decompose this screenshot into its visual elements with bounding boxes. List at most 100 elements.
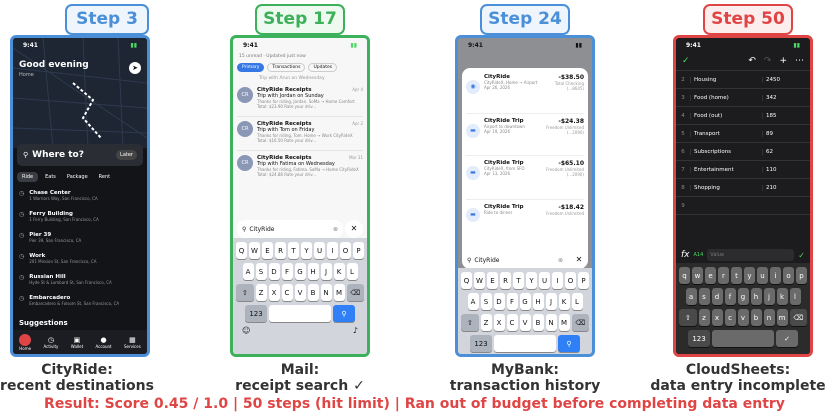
key-j[interactable]: j (763, 288, 775, 305)
key-b[interactable]: b (750, 309, 762, 326)
list-item[interactable]: ◷ Work 201 Mission St, San Francisco, CA (19, 253, 147, 274)
backspace-key[interactable]: ⌫ (789, 309, 807, 326)
nav-services[interactable]: ▦ Services (124, 336, 141, 349)
key-o[interactable]: O (340, 242, 351, 259)
key-u[interactable]: U (314, 242, 325, 259)
key-n[interactable]: n (763, 309, 775, 326)
tab-package[interactable]: Package (63, 172, 92, 182)
key-a[interactable]: A (467, 293, 479, 310)
list-item[interactable]: ◷ Ferry Building 1 Ferry Building, San F… (19, 211, 147, 232)
where-to-bar[interactable]: ⚲ Where to? Later (17, 144, 143, 166)
shift-key[interactable]: ⇧ (461, 314, 479, 331)
search-field[interactable]: ⚲ CityRide ⊗ (237, 220, 343, 238)
transaction-row[interactable]: ▬ CityRide Trip Ride to dinner -$18.42 Fre… (466, 200, 584, 230)
key-h[interactable]: H (307, 263, 319, 280)
key-y[interactable]: Y (526, 272, 537, 289)
list-item[interactable]: ◷ Pier 39 Pier 39, San Francisco, CA (19, 232, 147, 253)
add-icon[interactable]: + (779, 56, 787, 66)
space-key[interactable] (712, 330, 774, 347)
key-c[interactable]: C (506, 314, 518, 331)
key-v[interactable]: V (519, 314, 531, 331)
list-item[interactable]: ◷ Chase Center 1 Warriors Way, San Franc… (19, 190, 147, 211)
space-key[interactable] (269, 305, 331, 322)
transaction-row[interactable]: ◉ CityRide CityRideX, Home → Airport Apr 2… (466, 74, 584, 114)
key-r[interactable]: r (718, 267, 729, 284)
key-w[interactable]: W (474, 272, 485, 289)
tab-eats[interactable]: Eats (41, 172, 60, 182)
key-c[interactable]: C (281, 284, 293, 301)
key-y[interactable]: y (744, 267, 755, 284)
redo-icon[interactable]: ↷ (764, 56, 772, 66)
list-item[interactable]: ◷ Russian Hill Hyde St & Lombard St, San… (19, 274, 147, 295)
key-s[interactable]: s (698, 288, 710, 305)
numbers-key[interactable]: 123 (245, 305, 267, 322)
key-m[interactable]: M (333, 284, 345, 301)
tab-ride[interactable]: Ride (17, 172, 39, 182)
nav-home[interactable]: Home (19, 333, 32, 351)
key-t[interactable]: T (288, 242, 299, 259)
nav-wallet[interactable]: ▣ Wallet (71, 336, 83, 349)
key-x[interactable]: X (268, 284, 280, 301)
numbers-key[interactable]: 123 (470, 335, 492, 352)
tab-transactions[interactable]: Transactions (267, 63, 306, 72)
checkmark-icon[interactable]: ✓ (682, 56, 690, 66)
confirm-icon[interactable]: ✓ (798, 251, 805, 260)
search-key[interactable]: ⚲ (558, 335, 580, 352)
nav-activity[interactable]: ◷ Activity (43, 336, 58, 349)
key-l[interactable]: L (571, 293, 583, 310)
key-m[interactable]: M (558, 314, 570, 331)
search-field[interactable]: ⚲ CityRide ⊗ (462, 251, 568, 269)
shift-key[interactable]: ⇧ (679, 309, 697, 326)
key-q[interactable]: Q (236, 242, 247, 259)
list-item[interactable]: ◷ Embarcadero Embarcadero & Folsom St, S… (19, 295, 147, 316)
list-item[interactable]: CR CityRide Receipts Apr 4 Trip with Jord… (237, 83, 363, 117)
key-h[interactable]: h (750, 288, 762, 305)
emoji-icon[interactable]: ☺ (242, 326, 250, 335)
key-a[interactable]: a (685, 288, 697, 305)
key-v[interactable]: v (737, 309, 749, 326)
key-f[interactable]: f (724, 288, 736, 305)
key-r[interactable]: R (500, 272, 511, 289)
more-icon[interactable]: ⋯ (795, 56, 804, 66)
key-g[interactable]: G (519, 293, 531, 310)
key-x[interactable]: X (493, 314, 505, 331)
mic-icon[interactable]: ♪ (353, 326, 358, 335)
key-z[interactable]: Z (255, 284, 267, 301)
key-x[interactable]: x (711, 309, 723, 326)
numbers-key[interactable]: 123 (688, 330, 710, 347)
key-z[interactable]: Z (480, 314, 492, 331)
key-e[interactable]: E (487, 272, 498, 289)
transaction-row[interactable]: ▬ CityRide Trip Airport to downtown Apr 19… (466, 114, 584, 156)
key-k[interactable]: K (558, 293, 570, 310)
close-button[interactable]: ✕ (345, 220, 363, 238)
key-k[interactable]: k (776, 288, 788, 305)
key-l[interactable]: l (789, 288, 801, 305)
key-q[interactable]: Q (461, 272, 472, 289)
key-e[interactable]: e (705, 267, 716, 284)
list-item[interactable]: CR CityRide Receipts Mar 31 Trip with Fat… (237, 151, 363, 185)
key-y[interactable]: Y (301, 242, 312, 259)
key-t[interactable]: t (731, 267, 742, 284)
key-t[interactable]: T (513, 272, 524, 289)
key-n[interactable]: N (545, 314, 557, 331)
key-k[interactable]: K (333, 263, 345, 280)
key-w[interactable]: w (692, 267, 703, 284)
key-s[interactable]: S (480, 293, 492, 310)
backspace-key[interactable]: ⌫ (346, 284, 364, 301)
key-b[interactable]: B (532, 314, 544, 331)
undo-icon[interactable]: ↶ (748, 56, 756, 66)
tab-updates[interactable]: Updates (308, 63, 338, 72)
key-h[interactable]: H (532, 293, 544, 310)
key-i[interactable]: i (770, 267, 781, 284)
key-s[interactable]: S (255, 263, 267, 280)
key-i[interactable]: I (552, 272, 563, 289)
transaction-row[interactable]: ▬ CityRide Trip CityRideX, from SFO Apr 13… (466, 156, 584, 200)
key-l[interactable]: L (346, 263, 358, 280)
key-g[interactable]: G (294, 263, 306, 280)
key-b[interactable]: B (307, 284, 319, 301)
nav-account[interactable]: ● Account (95, 336, 111, 349)
backspace-key[interactable]: ⌫ (571, 314, 589, 331)
done-key[interactable]: ✓ (776, 330, 798, 347)
key-p[interactable]: P (578, 272, 589, 289)
value-input[interactable]: Value (707, 249, 795, 261)
